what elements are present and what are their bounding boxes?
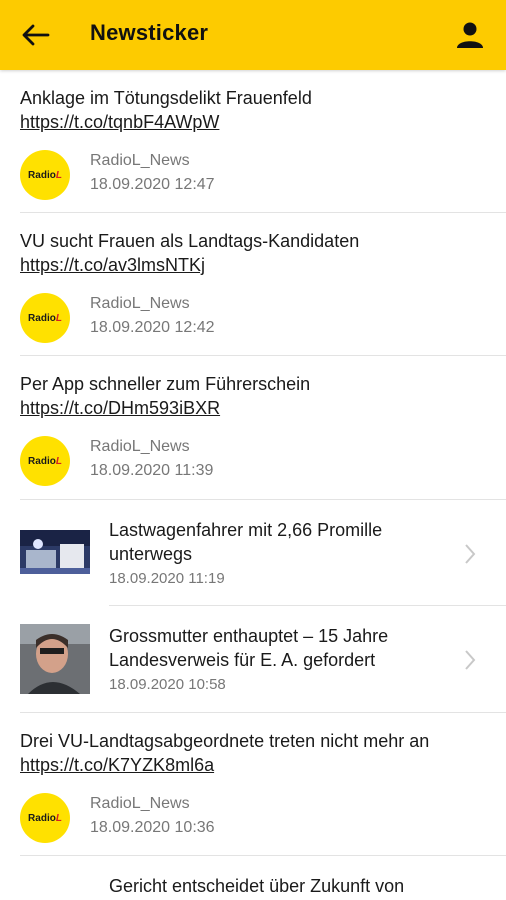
tweet-item: VU sucht Frauen als Landtags-Kandidaten … xyxy=(0,213,506,356)
back-arrow-icon[interactable] xyxy=(18,21,52,49)
logo-text: RadioL xyxy=(28,455,62,467)
page-title: Newsticker xyxy=(90,20,209,45)
divider xyxy=(20,855,506,856)
tweet-date: 18.09.2020 11:39 xyxy=(90,462,214,479)
truck-news-thumbnail xyxy=(20,530,90,574)
chevron-right-icon xyxy=(465,650,476,670)
tweet-link[interactable]: https://t.co/DHm593iBXR xyxy=(20,396,220,420)
tweet-item: Drei VU-Landtagsabgeordnete treten nicht… xyxy=(0,713,506,856)
radio-logo-avatar: RadioL xyxy=(20,436,70,486)
tweet-author: RadioL_News xyxy=(90,795,190,812)
tweet-text: Per App schneller zum Führerschein xyxy=(20,374,311,394)
tweet-item: Anklage im Tötungsdelikt Frauenfeld http… xyxy=(0,70,506,213)
tweet-date: 18.09.2020 10:36 xyxy=(90,819,215,836)
logo-text: RadioL xyxy=(28,812,62,824)
user-profile-icon[interactable] xyxy=(454,21,486,49)
radio-logo-avatar: RadioL xyxy=(20,793,70,843)
tweet-date: 18.09.2020 12:42 xyxy=(90,319,215,336)
article-title: Grossmutter enthauptet – 15 Jahre Landes… xyxy=(109,626,389,670)
app-bar: Newsticker xyxy=(0,0,506,70)
logo-text: RadioL xyxy=(28,169,62,181)
article-item[interactable]: Lastwagenfahrer mit 2,66 Promille unterw… xyxy=(0,500,506,606)
tweet-link[interactable]: https://t.co/K7YZK8ml6a xyxy=(20,753,214,777)
article-title: Lastwagenfahrer mit 2,66 Promille unterw… xyxy=(109,520,383,564)
person-news-thumbnail xyxy=(20,624,90,694)
tweet-author: RadioL_News xyxy=(90,152,190,169)
tweet-item: Per App schneller zum Führerschein https… xyxy=(0,356,506,500)
article-date: 18.09.2020 10:58 xyxy=(109,676,226,693)
tweet-link[interactable]: https://t.co/tqnbF4AWpW xyxy=(20,110,219,134)
tweet-text: Drei VU-Landtagsabgeordnete treten nicht… xyxy=(20,731,430,751)
article-item[interactable]: Grossmutter enthauptet – 15 Jahre Landes… xyxy=(0,606,506,713)
tweet-text: Anklage im Tötungsdelikt Frauenfeld xyxy=(20,88,312,108)
radio-logo-avatar: RadioL xyxy=(20,293,70,343)
tweet-link[interactable]: https://t.co/av3lmsNTKj xyxy=(20,253,205,277)
tweet-author: RadioL_News xyxy=(90,438,190,455)
chevron-right-icon xyxy=(465,544,476,564)
article-date: 18.09.2020 11:19 xyxy=(109,570,225,587)
radio-logo-avatar: RadioL xyxy=(20,150,70,200)
tweet-author: RadioL_News xyxy=(90,295,190,312)
news-feed: Anklage im Tötungsdelikt Frauenfeld http… xyxy=(0,70,506,896)
tweet-text: VU sucht Frauen als Landtags-Kandidaten xyxy=(20,231,360,251)
partial-article-title[interactable]: Gericht entscheidet über Zukunft von xyxy=(109,876,404,897)
logo-text: RadioL xyxy=(28,312,62,324)
tweet-date: 18.09.2020 12:47 xyxy=(90,176,215,193)
